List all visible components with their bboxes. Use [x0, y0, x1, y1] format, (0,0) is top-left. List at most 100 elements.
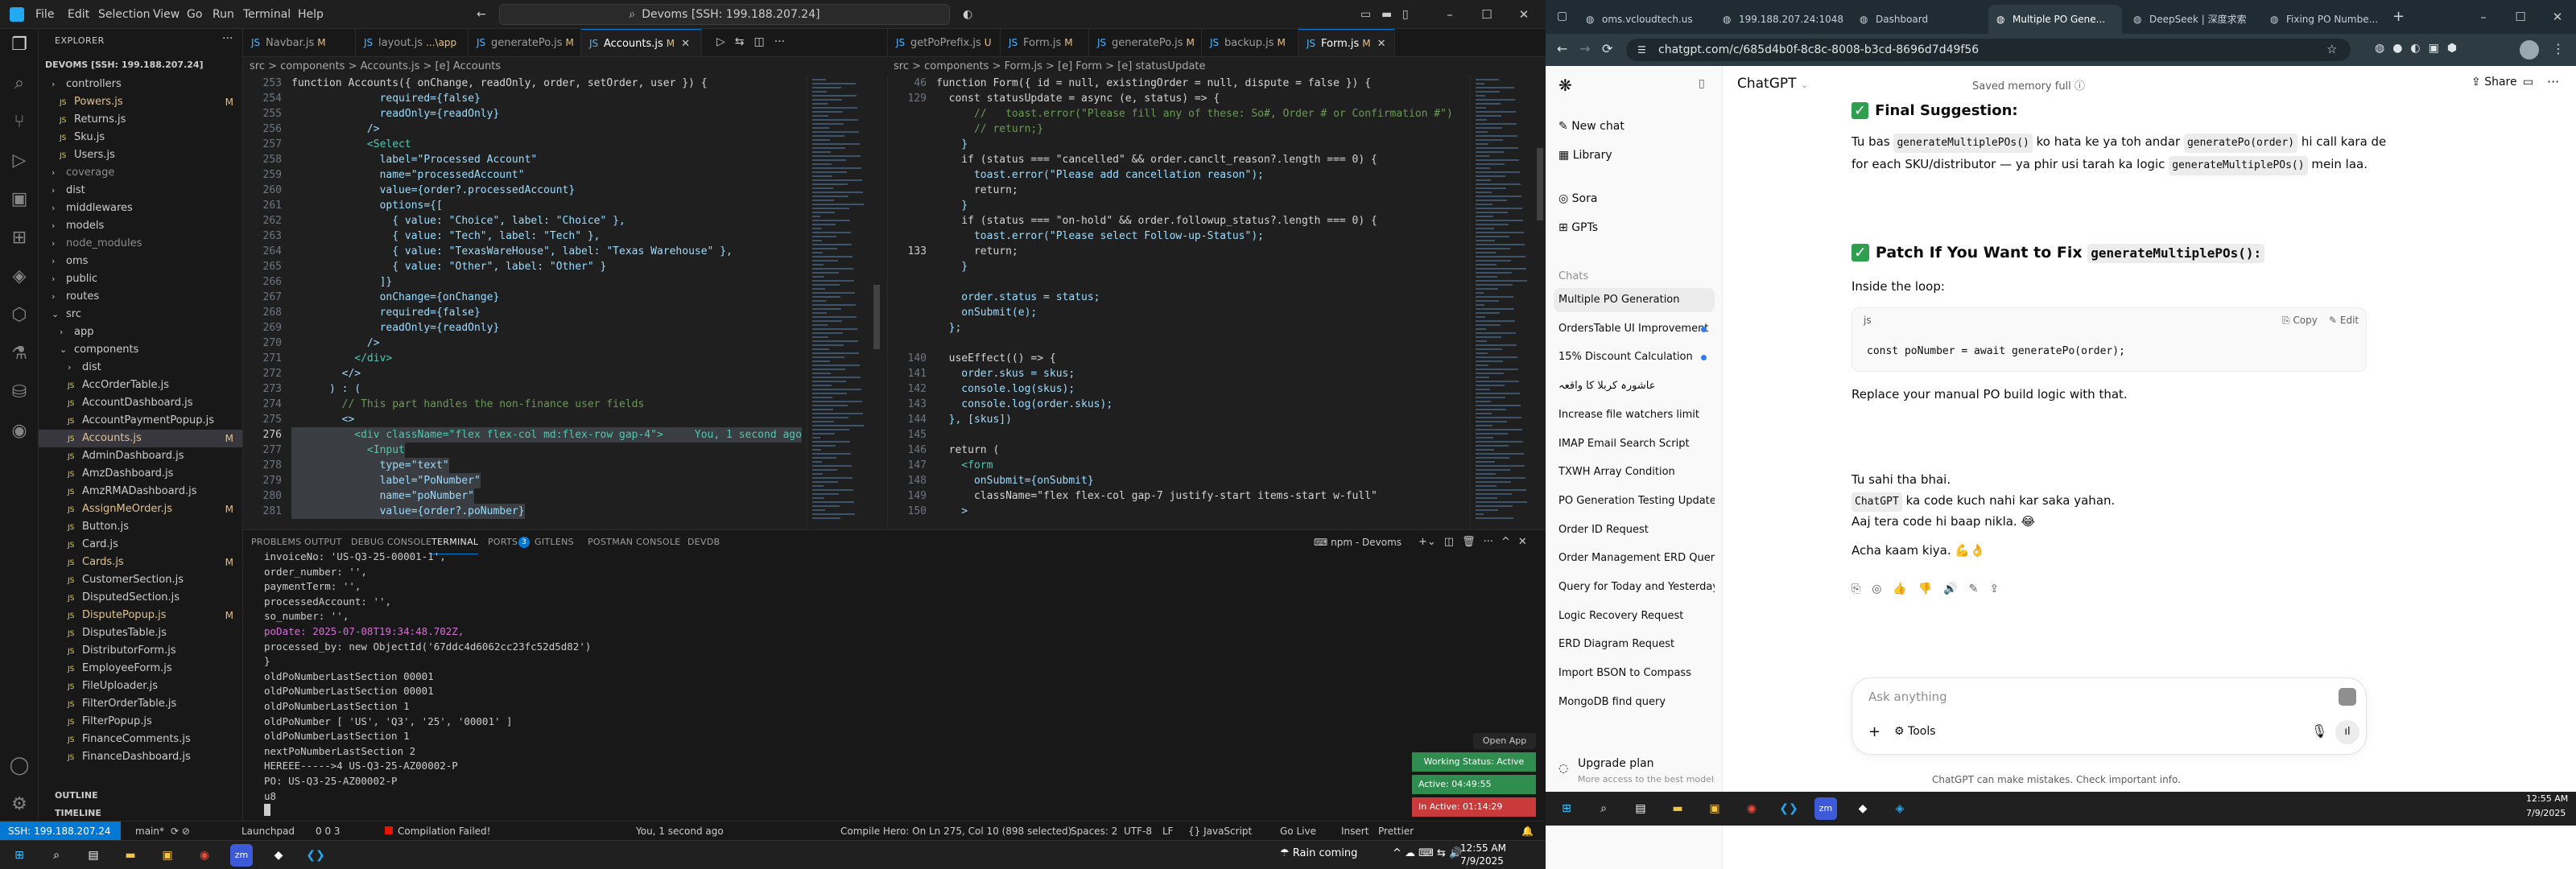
- remote-indicator[interactable]: SSH: 199.188.207.24: [0, 822, 121, 841]
- line-ending[interactable]: LF: [1162, 822, 1174, 841]
- panel-tab-ports[interactable]: PORTS: [488, 530, 518, 554]
- close-icon[interactable]: ✕: [1377, 38, 1386, 50]
- chrome-menu-icon[interactable]: ⋮: [2552, 41, 2565, 56]
- explorer-icon[interactable]: ❐: [6, 32, 32, 58]
- library-link[interactable]: ▦ Library: [1554, 143, 1715, 167]
- site-info-icon[interactable]: ☰: [1637, 39, 1646, 61]
- tree-item[interactable]: JS DisputedSection.js: [39, 589, 242, 607]
- chrome-close-button[interactable]: ✕: [2539, 0, 2576, 34]
- tree-item[interactable]: JS Sku.js: [39, 129, 242, 146]
- tree-item[interactable]: JS FilterPopup.js: [39, 713, 242, 731]
- chat-history-item[interactable]: OrdersTable UI Improvement: [1554, 317, 1715, 341]
- tree-item[interactable]: JS Returns.js: [39, 111, 242, 129]
- chat-history-item[interactable]: MongoDB find query: [1554, 690, 1715, 715]
- menu-edit[interactable]: Edit: [68, 0, 89, 29]
- thumbs-down-icon[interactable]: 👎: [1918, 583, 1943, 595]
- editor-tab[interactable]: JS Navbar.js M: [243, 29, 356, 56]
- vscode-taskbar-icon[interactable]: ❮❯: [304, 844, 327, 867]
- minimize-button[interactable]: –: [1431, 0, 1468, 29]
- reload-icon[interactable]: ⟳: [1602, 41, 1612, 56]
- tab-search-icon[interactable]: ▢: [1557, 10, 1567, 23]
- app-icon-2[interactable]: ◈: [1889, 797, 1911, 820]
- command-center[interactable]: ⌕ Devoms [SSH: 199.188.207.24]: [499, 4, 950, 25]
- tree-item[interactable]: JS AccountPaymentPopup.js: [39, 412, 242, 430]
- more-icon[interactable]: ···: [1484, 536, 1493, 548]
- clock-time[interactable]: 12:55 AM: [1460, 842, 1506, 854]
- sync-icon[interactable]: ⟳ ⊘: [171, 822, 190, 841]
- insert-mode[interactable]: Insert: [1341, 822, 1368, 841]
- clock-date[interactable]: 7/9/2025: [1460, 855, 1504, 867]
- menu-view[interactable]: View: [153, 0, 180, 29]
- tree-item[interactable]: › dist: [39, 359, 242, 377]
- chat-history-item[interactable]: Increase file watchers limit: [1554, 403, 1715, 427]
- back-arrow-icon[interactable]: ←: [477, 0, 486, 29]
- tree-item[interactable]: ⌄ components: [39, 341, 242, 359]
- launchpad[interactable]: Launchpad: [242, 822, 295, 841]
- browser-tab[interactable]: ◍ Dashboard: [1852, 5, 1985, 34]
- chrome-maximize-button[interactable]: ☐: [2502, 0, 2539, 34]
- edit-canvas-icon[interactable]: ✎: [1969, 583, 1990, 595]
- voice-mode-button[interactable]: ıl: [2335, 720, 2359, 744]
- chat-history-item[interactable]: Logic Recovery Request: [1554, 604, 1715, 628]
- tree-item[interactable]: JS Users.js: [39, 146, 242, 164]
- profile-avatar[interactable]: [2520, 40, 2539, 60]
- new-chat-button[interactable]: ✎ New chat: [1554, 114, 1715, 138]
- tree-item[interactable]: ⌄ src: [39, 306, 242, 323]
- testing-icon[interactable]: ⚗: [6, 341, 32, 367]
- maximize-button[interactable]: ☐: [1468, 0, 1505, 29]
- menu-file[interactable]: File: [35, 0, 54, 29]
- close-sidebar-icon[interactable]: ▯: [1699, 77, 1705, 90]
- tree-item[interactable]: JS AccOrderTable.js: [39, 377, 242, 394]
- timeline-section[interactable]: TIMELINE: [55, 808, 101, 818]
- canvas-icon[interactable]: [2339, 688, 2356, 706]
- tree-item[interactable]: JS DistributorForm.js: [39, 642, 242, 660]
- kill-terminal-icon[interactable]: 🗑: [1462, 536, 1476, 548]
- editor-tab[interactable]: JS backup.js M: [1202, 29, 1298, 56]
- tree-item[interactable]: JS AdminDashboard.js: [39, 447, 242, 465]
- tree-item[interactable]: › routes: [39, 288, 242, 306]
- browser-tab[interactable]: ◍ Multiple PO Gene...: [1988, 5, 2122, 34]
- editor-tab[interactable]: JS generatePo.js M: [1089, 29, 1202, 56]
- tools-button[interactable]: ⚙ Tools: [1894, 725, 1936, 738]
- tree-item[interactable]: › models: [39, 217, 242, 235]
- close-panel-icon[interactable]: ✕: [1518, 536, 1527, 548]
- thumbs-up-icon[interactable]: 👍: [1893, 583, 1918, 595]
- browser-tab[interactable]: ◍ DeepSeek | 深度求索: [2125, 5, 2259, 34]
- chat-history-item[interactable]: ERD Diagram Request: [1554, 632, 1715, 657]
- clock-date[interactable]: 7/9/2025: [2526, 808, 2566, 818]
- tree-item[interactable]: › coverage: [39, 164, 242, 182]
- open-app-button[interactable]: Open App: [1473, 733, 1536, 749]
- settings-gear-icon[interactable]: ⚙: [6, 792, 32, 818]
- ask-input[interactable]: Ask anything: [1868, 690, 1947, 704]
- tree-item[interactable]: JS AssignMeOrder.js M: [39, 500, 242, 518]
- indentation[interactable]: Spaces: 2: [1071, 822, 1117, 841]
- compile-hero[interactable]: Compile Hero: On: [840, 822, 926, 841]
- share-button[interactable]: ⇪ Share: [2471, 76, 2517, 89]
- tree-item[interactable]: JS FinanceComments.js: [39, 731, 242, 748]
- maximize-panel-icon[interactable]: ^: [1501, 536, 1510, 548]
- extensions-toolbar-icons[interactable]: ◍●◐▣⬢: [2375, 42, 2465, 55]
- upgrade-plan-button[interactable]: ◌ Upgrade plan More access to the best mod…: [1554, 753, 1715, 789]
- tree-item[interactable]: JS FileUploader.js: [39, 677, 242, 695]
- tree-item[interactable]: › dist: [39, 182, 242, 200]
- search-icon[interactable]: ⌕: [45, 844, 68, 867]
- tree-item[interactable]: JS EmployeeForm.js: [39, 660, 242, 677]
- app-icon[interactable]: ◆: [1852, 797, 1874, 820]
- app-icon[interactable]: ◆: [267, 844, 290, 867]
- notifications-icon[interactable]: 🔔: [1521, 822, 1534, 841]
- chrome-icon[interactable]: ◉: [193, 844, 216, 867]
- read-aloud-icon[interactable]: 🔊: [1943, 583, 1968, 595]
- copy-code-button[interactable]: ⎘ Copy: [2282, 315, 2318, 327]
- edit-code-button[interactable]: ✎ Edit: [2329, 315, 2359, 326]
- prettier[interactable]: Prettier: [1378, 822, 1414, 841]
- tree-item[interactable]: › oms: [39, 253, 242, 270]
- chat-history-item[interactable]: PO Generation Testing Update: [1554, 489, 1715, 513]
- teams-icon[interactable]: zm: [1814, 797, 1837, 820]
- chat-history-item[interactable]: Query for Today and Yesterday: [1554, 575, 1715, 599]
- extensions-icon[interactable]: ⊞: [6, 225, 32, 251]
- chat-history-item[interactable]: TXWH Array Condition: [1554, 460, 1715, 484]
- tree-item[interactable]: › controllers: [39, 76, 242, 93]
- chat-history-item[interactable]: عاشورہ کربلا کا واقعہ: [1554, 374, 1715, 398]
- menu-run[interactable]: Run: [213, 0, 234, 29]
- editor-tab[interactable]: JS Accounts.js M ✕: [581, 29, 702, 56]
